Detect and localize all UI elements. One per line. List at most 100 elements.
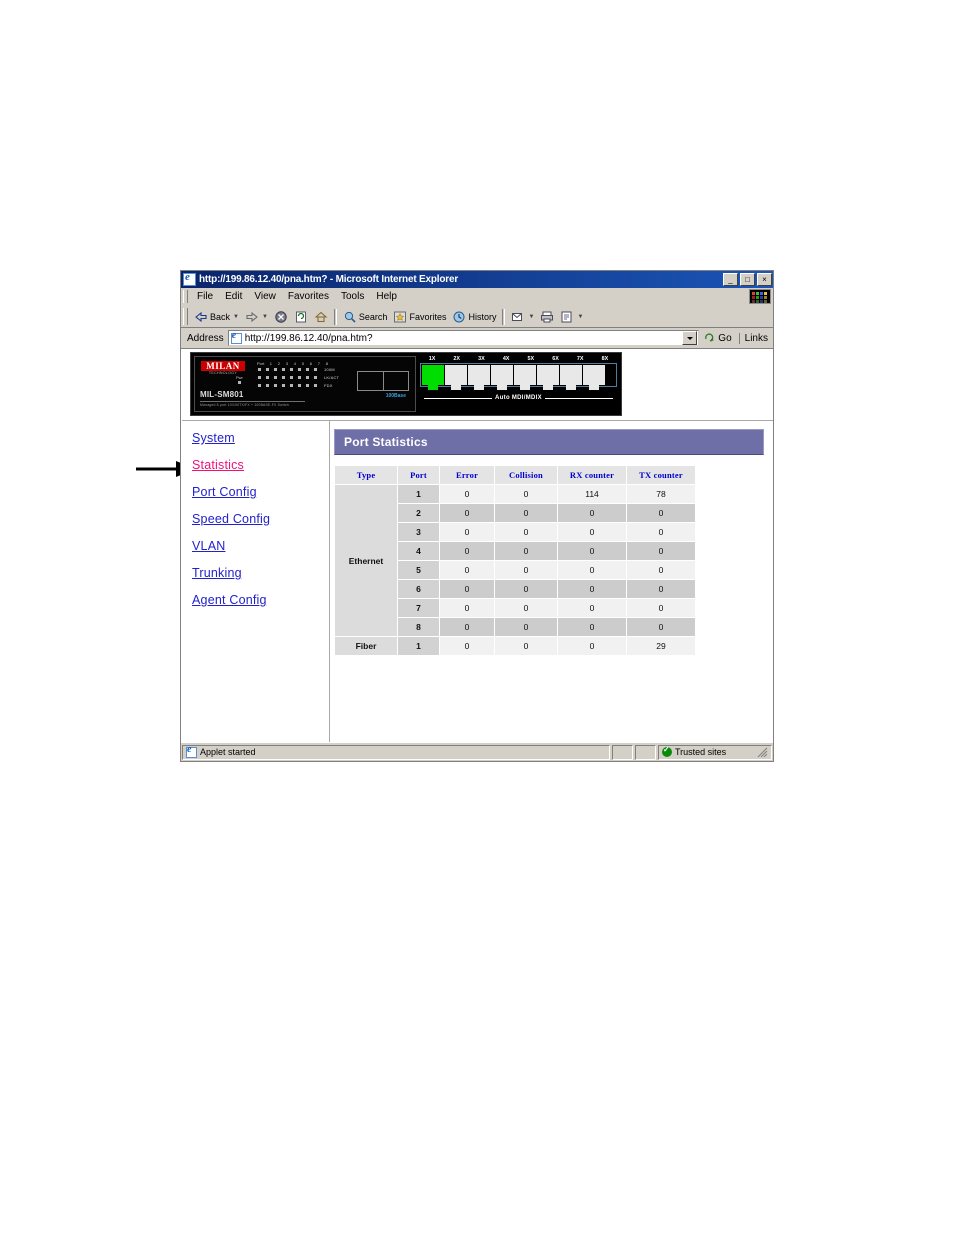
minimize-button[interactable]: _	[723, 273, 738, 286]
menu-file[interactable]: File	[191, 290, 219, 303]
port-jack-label: 8X	[601, 356, 609, 362]
back-dropdown-icon[interactable]: ▼	[233, 314, 239, 320]
status-message-panel: Applet started	[182, 744, 610, 760]
error-value: 0	[440, 504, 494, 522]
col-collision: Collision	[495, 466, 557, 484]
error-value: 0	[440, 542, 494, 560]
switch-device-image: MILAN TECHNOLOGY MIL-SM801 Managed 8 por…	[190, 352, 622, 416]
rx-value: 0	[558, 637, 626, 655]
search-icon	[343, 310, 357, 324]
port-number: 5	[398, 561, 439, 579]
trusted-sites-icon	[662, 745, 672, 757]
error-value: 0	[440, 523, 494, 541]
maximize-button[interactable]: □	[740, 273, 755, 286]
home-button[interactable]	[311, 309, 331, 325]
stop-button[interactable]	[271, 309, 291, 325]
device-front-panel: MILAN TECHNOLOGY MIL-SM801 Managed 8 por…	[194, 356, 416, 412]
refresh-button[interactable]	[291, 309, 311, 325]
window-controls: _ □ ×	[723, 273, 772, 286]
go-arrow-icon	[704, 332, 716, 344]
edit-button[interactable]: ▼	[557, 309, 586, 325]
go-button[interactable]: Go	[699, 332, 736, 344]
rj45-port-3	[468, 365, 490, 390]
navigation-sidebar: System Statistics Port Config Speed Conf…	[182, 421, 330, 742]
nav-link-port-config[interactable]: Port Config	[192, 485, 257, 499]
error-value: 0	[440, 618, 494, 636]
error-value: 0	[440, 599, 494, 617]
led-port-numbers: Port 1 2 3 4 5 6 7 8	[257, 361, 339, 366]
history-button[interactable]: History	[449, 309, 499, 325]
nav-link-speed-config[interactable]: Speed Config	[192, 512, 270, 526]
links-button[interactable]: Links	[738, 332, 773, 344]
col-tx-counter: TX counter	[627, 466, 695, 484]
title-bar: http://199.86.12.40/pna.htm? - Microsoft…	[181, 271, 773, 288]
history-clock-icon	[452, 310, 466, 324]
device-port-panel: 1X 2X 3X 4X 5X 6X 7X 8X Auto MDI/MDIX	[420, 356, 617, 415]
address-dropdown-button[interactable]	[682, 331, 698, 345]
security-zone-panel[interactable]: Trusted sites	[658, 744, 772, 760]
port-jack-label: 3X	[478, 356, 485, 362]
back-button[interactable]: Back ▼	[191, 309, 242, 325]
status-panel-spacer-2	[635, 744, 656, 760]
sfp-label: 100Base	[385, 393, 406, 399]
edit-page-icon	[560, 310, 574, 324]
mail-dropdown-icon[interactable]: ▼	[528, 314, 534, 320]
nav-link-statistics[interactable]: Statistics	[192, 458, 244, 472]
menu-tools[interactable]: Tools	[335, 290, 370, 303]
error-value: 0	[440, 580, 494, 598]
port-number: 3	[398, 523, 439, 541]
device-model-subtitle: Managed 8 port 10/100TX/FX + 100BASE-FX …	[200, 401, 305, 407]
edit-dropdown-icon[interactable]: ▼	[577, 314, 583, 320]
main-content: System Statistics Port Config Speed Conf…	[182, 421, 773, 742]
resize-grip[interactable]	[756, 746, 768, 758]
col-error: Error	[440, 466, 494, 484]
favorites-button[interactable]: Favorites	[390, 309, 449, 325]
menu-view[interactable]: View	[248, 290, 282, 303]
menu-help[interactable]: Help	[370, 290, 403, 303]
nav-link-vlan[interactable]: VLAN	[192, 539, 225, 553]
toolbar-grip[interactable]	[183, 308, 188, 325]
rx-value: 0	[558, 542, 626, 560]
collision-value: 0	[495, 637, 557, 655]
nav-link-agent-config[interactable]: Agent Config	[192, 593, 267, 607]
forward-dropdown-icon[interactable]: ▼	[262, 314, 268, 320]
menu-grip[interactable]	[183, 290, 188, 303]
menu-edit[interactable]: Edit	[219, 290, 248, 303]
mail-button[interactable]: ▼	[508, 309, 537, 325]
collision-value: 0	[495, 618, 557, 636]
address-input[interactable]: http://199.86.12.40/pna.htm?	[227, 330, 700, 346]
close-button[interactable]: ×	[757, 273, 772, 286]
status-panel-spacer-1	[612, 744, 633, 760]
rx-value: 0	[558, 561, 626, 579]
power-led	[237, 381, 241, 384]
security-zone-label: Trusted sites	[675, 747, 727, 757]
back-label: Back	[210, 311, 231, 322]
power-led-group: Pwr	[236, 375, 243, 384]
windows-flag-logo	[749, 289, 771, 304]
rj45-port-2	[445, 365, 467, 390]
collision-value: 0	[495, 542, 557, 560]
tx-value: 0	[627, 504, 695, 522]
print-button[interactable]	[537, 309, 557, 325]
nav-link-system[interactable]: System	[192, 431, 235, 445]
menu-favorites[interactable]: Favorites	[282, 290, 335, 303]
search-button[interactable]: Search	[340, 309, 391, 325]
history-label: History	[468, 311, 497, 322]
type-fiber: Fiber	[335, 637, 397, 655]
nav-link-trunking[interactable]: Trunking	[192, 566, 242, 580]
browser-window: http://199.86.12.40/pna.htm? - Microsoft…	[180, 270, 774, 762]
forward-button[interactable]: ▼	[242, 309, 271, 325]
device-model: MIL-SM801	[200, 390, 244, 399]
browser-toolbar: Back ▼ ▼ Search Favorites History ▼ ▼	[181, 306, 773, 328]
toolbar-separator-1	[333, 308, 337, 325]
search-label: Search	[358, 311, 388, 322]
tx-value: 78	[627, 485, 695, 503]
col-rx-counter: RX counter	[558, 466, 626, 484]
back-arrow-icon	[194, 310, 208, 324]
tx-value: 0	[627, 561, 695, 579]
port-number: 8	[398, 618, 439, 636]
favorites-label: Favorites	[409, 311, 447, 322]
led-matrix: Port 1 2 3 4 5 6 7 8 100M LK/ACT FDX	[257, 361, 339, 391]
type-ethernet: Ethernet	[335, 485, 397, 636]
address-value: http://199.86.12.40/pna.htm?	[244, 332, 373, 344]
